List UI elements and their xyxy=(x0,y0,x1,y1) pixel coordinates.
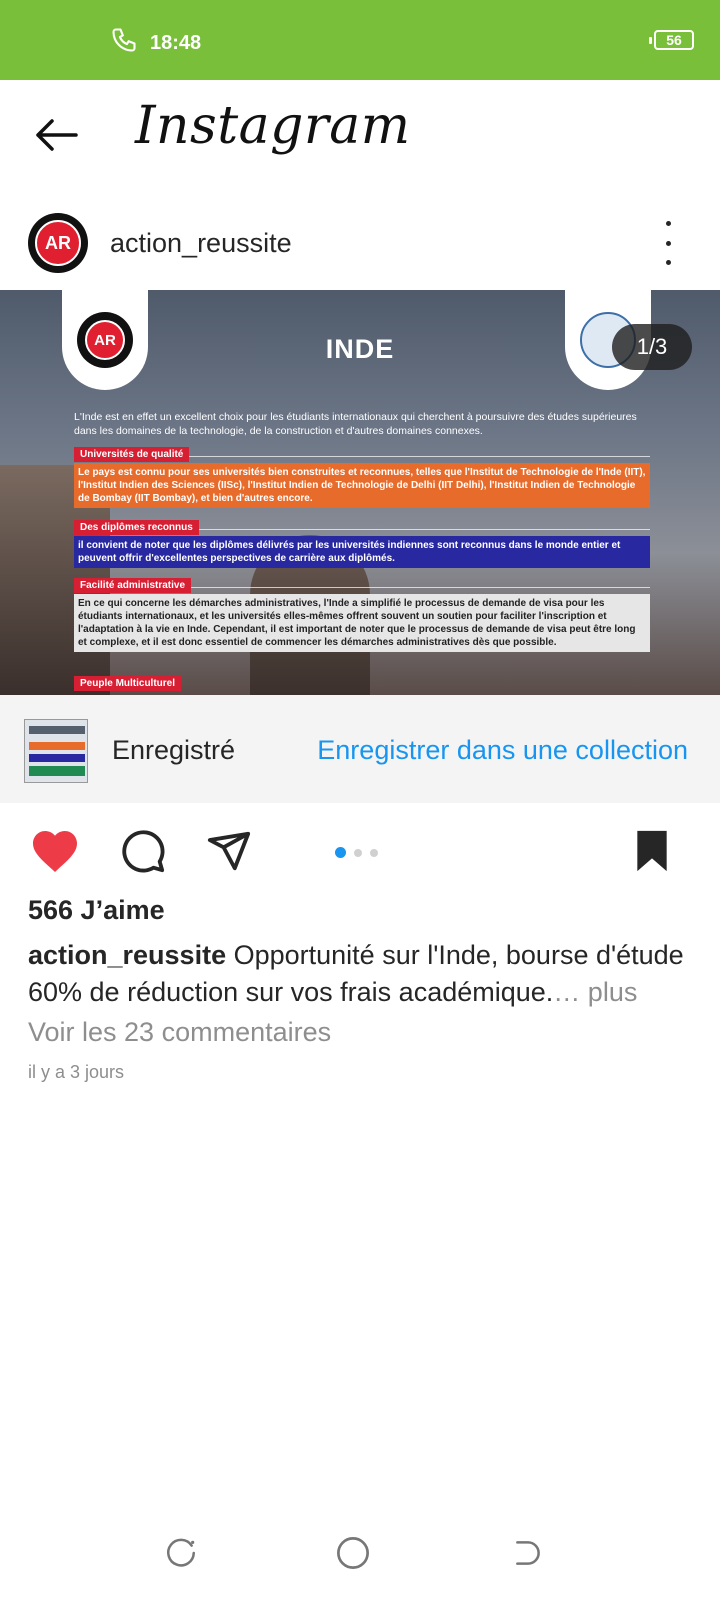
app-header: Instagram xyxy=(0,80,720,190)
saved-thumbnail xyxy=(24,719,88,783)
status-left: 18:48 xyxy=(110,26,201,60)
post-username[interactable]: action_reussite xyxy=(110,228,292,259)
saved-label: Enregistré xyxy=(112,735,236,765)
carousel-dot xyxy=(335,847,346,858)
send-icon xyxy=(207,831,251,871)
battery-icon: 56 xyxy=(649,30,694,50)
post-timestamp: il y a 3 jours xyxy=(28,1062,125,1082)
save-button[interactable] xyxy=(626,825,678,877)
like-count[interactable]: 566 J’aime xyxy=(28,895,165,926)
saved-banner: Enregistré Enregistrer dans une collecti… xyxy=(0,695,720,803)
caption-username[interactable]: action_reussite xyxy=(28,940,226,970)
section-title: Des diplômes reconnus xyxy=(74,520,199,535)
section-body: Le pays est connu pour ses universités b… xyxy=(74,463,650,508)
recent-apps-button[interactable] xyxy=(158,1530,204,1576)
more-options-button[interactable] xyxy=(656,221,680,265)
more-dot-icon xyxy=(665,221,671,226)
back-button[interactable] xyxy=(28,110,84,160)
more-dot-icon xyxy=(665,240,671,246)
avatar-initials: AR xyxy=(35,220,81,266)
carousel-dot xyxy=(370,848,378,857)
back-nav-button[interactable] xyxy=(505,1530,551,1576)
section-body: En ce qui concerne les démarches adminis… xyxy=(74,594,650,652)
like-button[interactable] xyxy=(29,825,81,877)
recents-icon xyxy=(167,1538,196,1567)
instagram-logo: Instagram xyxy=(135,96,411,156)
phone-call-icon xyxy=(110,26,138,60)
caption-more-link[interactable]: … plus xyxy=(553,977,637,1007)
post-caption: action_reussite Opportunité sur l'Inde, … xyxy=(28,937,688,1011)
status-time: 18:48 xyxy=(150,31,202,54)
carousel-indicator xyxy=(335,847,378,858)
carousel-dot xyxy=(354,848,362,857)
post-image[interactable]: AR INDE 1/3 L'Inde est en effet un excel… xyxy=(0,290,720,695)
arrow-left-icon xyxy=(36,119,78,151)
system-nav-bar xyxy=(0,1520,720,1600)
back-nav-icon xyxy=(516,1541,540,1565)
carousel-counter: 1/3 xyxy=(612,324,692,370)
post-actions xyxy=(0,815,720,895)
section-title: Facilité administrative xyxy=(74,578,192,593)
status-bar: 18:48 56 xyxy=(0,0,720,80)
section-title: Universités de qualité xyxy=(74,447,190,462)
share-button[interactable] xyxy=(203,825,255,877)
image-intro: L'Inde est en effet un excellent choix p… xyxy=(74,411,637,437)
bookmark-filled-icon xyxy=(637,830,667,872)
section-title: Peuple Multiculturel xyxy=(74,676,182,691)
save-to-collection-link[interactable]: Enregistrer dans une collection xyxy=(317,735,688,766)
section-body: il convient de noter que les diplômes dé… xyxy=(74,536,650,568)
more-dot-icon xyxy=(665,260,671,265)
heart-icon xyxy=(33,831,77,872)
battery-level: 56 xyxy=(666,32,682,48)
comment-icon xyxy=(122,830,165,873)
avatar[interactable]: AR xyxy=(28,213,88,273)
home-button[interactable] xyxy=(330,1530,376,1576)
post-header: AR action_reussite xyxy=(0,205,720,289)
view-comments-link[interactable]: Voir les 23 commentaires xyxy=(28,1017,331,1048)
comment-button[interactable] xyxy=(117,825,169,877)
home-circle-icon xyxy=(337,1537,369,1569)
